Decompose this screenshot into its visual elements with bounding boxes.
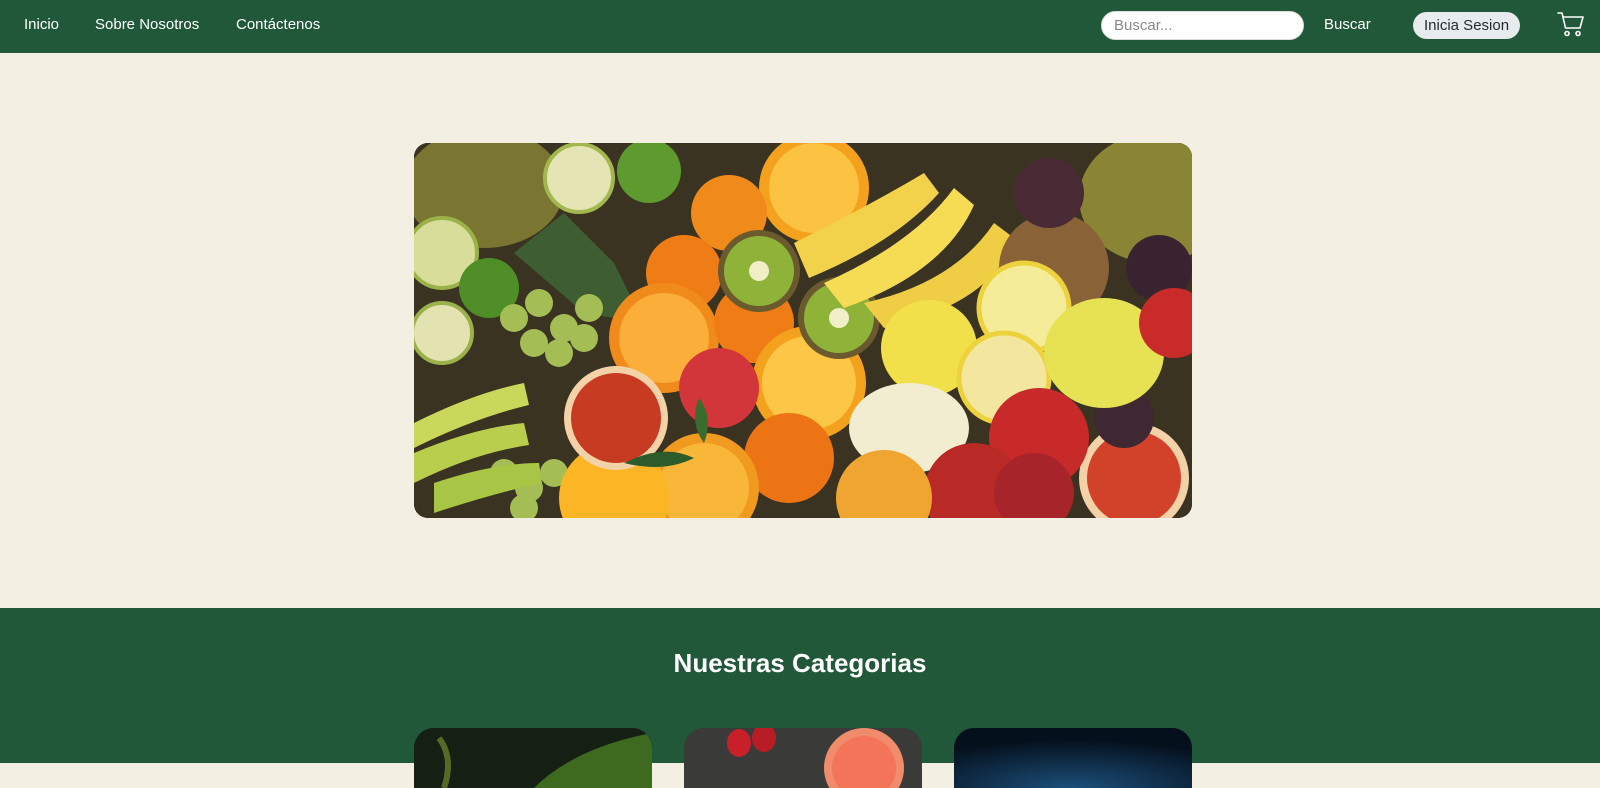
category-card-greens[interactable] <box>414 728 652 788</box>
top-navbar: Inicio Sobre Nosotros Contáctenos Buscar… <box>0 0 1600 53</box>
search-button[interactable]: Buscar <box>1324 16 1371 33</box>
nav-link-sobre-nosotros[interactable]: Sobre Nosotros <box>95 16 199 33</box>
hero-fruit-image <box>414 143 1192 518</box>
category-greens-image <box>414 728 652 788</box>
nav-link-inicio[interactable]: Inicio <box>24 16 59 33</box>
category-dark-image <box>954 728 1192 788</box>
fruit-photo-icon <box>414 143 1192 518</box>
category-card-fruits[interactable] <box>684 728 922 788</box>
category-card-dark[interactable] <box>954 728 1192 788</box>
login-button[interactable]: Inicia Sesion <box>1413 12 1521 39</box>
category-fruits-image <box>684 728 922 788</box>
nav-link-contactenos[interactable]: Contáctenos <box>236 16 320 33</box>
cart-icon[interactable] <box>1556 9 1586 39</box>
search-input[interactable] <box>1101 11 1304 40</box>
categories-section: Nuestras Categorias <box>0 608 1600 788</box>
categories-title: Nuestras Categorias <box>673 648 927 678</box>
